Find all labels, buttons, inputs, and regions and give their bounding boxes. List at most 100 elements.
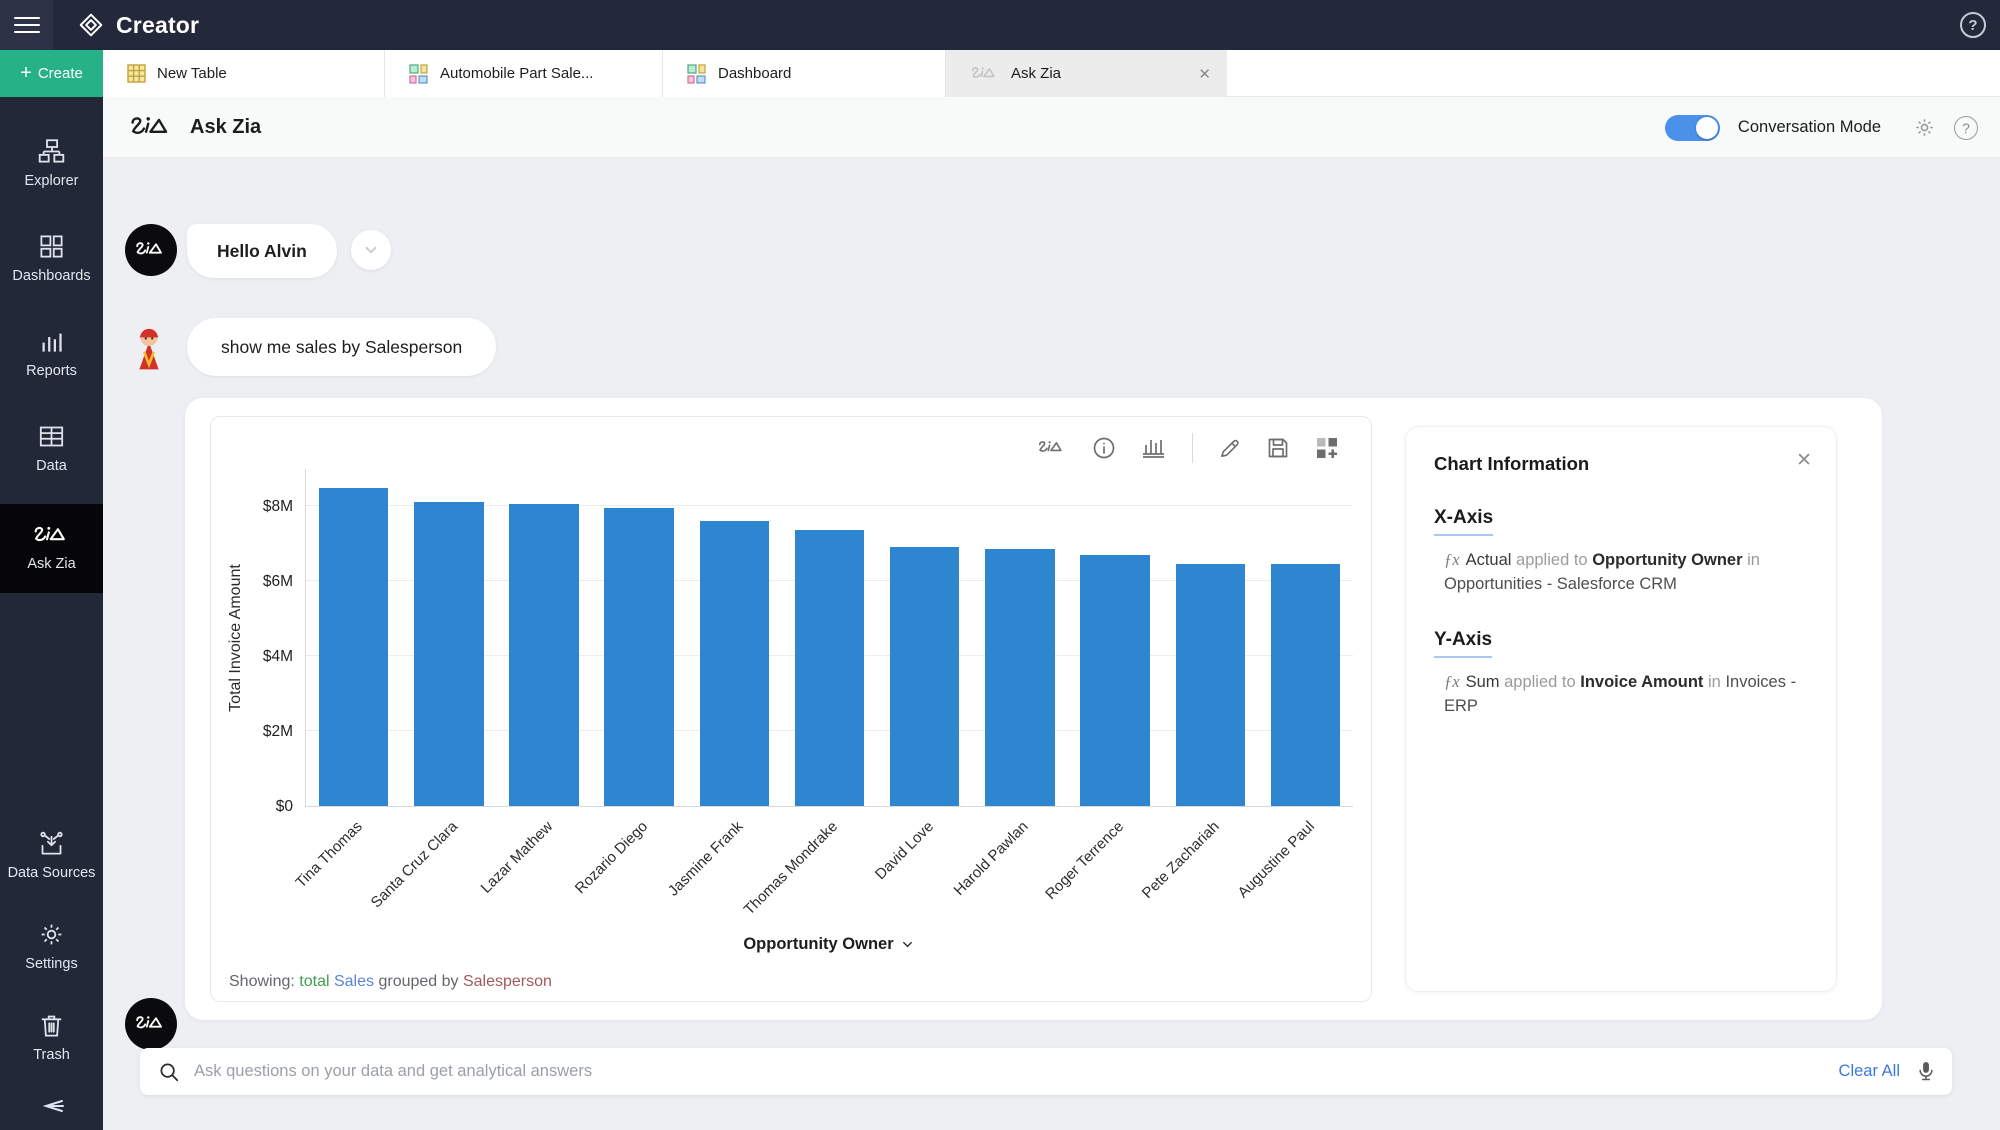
bar-pete-zachariah[interactable] (1176, 564, 1245, 806)
sidebar-item-reports[interactable]: Reports (0, 313, 103, 395)
chevron-down-icon (362, 241, 380, 259)
tab-new-table[interactable]: New Table (103, 50, 385, 97)
chart-toolbar (1037, 433, 1339, 463)
bar-thomas-mondrake[interactable] (795, 530, 864, 806)
sidebar-item-explorer[interactable]: Explorer (0, 123, 103, 205)
zia-icon (970, 65, 1000, 83)
fx-icon: ƒx (1444, 672, 1460, 691)
tab-ask-zia[interactable]: Ask Zia ✕ (946, 50, 1227, 97)
x-tick-label: Thomas Mondrake (741, 818, 841, 918)
explorer-icon (38, 138, 65, 165)
x-axis-description: ƒxActual applied to Opportunity Owner in… (1444, 548, 1808, 597)
gear-icon[interactable] (1913, 116, 1936, 139)
create-button[interactable]: + Create (0, 50, 103, 97)
top-bar: Creator ? (0, 0, 2000, 50)
tab-label: Automobile Part Sale... (440, 65, 593, 82)
bar-david-love[interactable] (890, 547, 959, 806)
x-axis-title[interactable]: Opportunity Owner (305, 935, 1353, 954)
bar-augustine-paul[interactable] (1271, 564, 1340, 806)
x-tick-label: Pete Zachariah (1138, 818, 1222, 902)
clear-all-link[interactable]: Clear All (1839, 1062, 1900, 1081)
y-axis-ticks: $0$2M$4M$6M$8M (241, 469, 293, 807)
x-tick-label: Augustine Paul (1234, 818, 1317, 901)
sidebar-item-label: Data (36, 457, 67, 475)
ask-question-input[interactable] (194, 1062, 1839, 1081)
collapse-sidebar-button[interactable] (0, 1088, 103, 1126)
tab-label: Dashboard (718, 65, 791, 82)
close-icon[interactable]: ✕ (1198, 65, 1211, 83)
hamburger-menu-icon[interactable] (0, 0, 53, 50)
sidebar-item-dashboards[interactable]: Dashboards (0, 218, 103, 300)
expand-greeting-button[interactable] (351, 230, 391, 270)
microphone-icon[interactable] (1916, 1060, 1936, 1084)
showing-dimension: Salesperson (463, 973, 552, 990)
bar-lazar-mathew[interactable] (509, 504, 578, 806)
add-to-dashboard-button[interactable] (1315, 436, 1339, 460)
showing-label: Showing: (229, 973, 295, 990)
showing-summary: Showing: total Sales grouped by Salesper… (229, 973, 552, 991)
tab-dashboard[interactable]: Dashboard (663, 50, 946, 97)
bar-rozario-diego[interactable] (604, 508, 673, 806)
page-header: Ask Zia Conversation Mode ? (103, 97, 2000, 158)
tab-label: Ask Zia (1011, 65, 1061, 82)
sidebar-item-data[interactable]: Data (0, 408, 103, 490)
y-tick-label: $6M (241, 573, 293, 591)
sidebar-item-settings[interactable]: Settings (0, 906, 103, 988)
reports-icon (38, 328, 65, 355)
bar-slot: Roger Terrence (1068, 469, 1163, 806)
x-axis-heading: X-Axis (1434, 507, 1493, 536)
main-content: Ask Zia Conversation Mode ? (103, 97, 2000, 1130)
bar-slot: David Love (877, 469, 972, 806)
bar-slot: Lazar Mathew (496, 469, 591, 806)
edit-button[interactable] (1218, 437, 1241, 460)
help-icon[interactable]: ? (1960, 12, 1986, 38)
data-table-icon (38, 423, 65, 450)
bar-roger-terrence[interactable] (1080, 555, 1149, 806)
close-icon[interactable]: ✕ (1796, 449, 1812, 472)
showing-measure-prefix: total (299, 973, 329, 990)
page-title: Ask Zia (190, 116, 261, 139)
y-tick-label: $0 (241, 798, 293, 816)
bar-slot: Rozario Diego (592, 469, 687, 806)
zia-avatar (125, 998, 177, 1050)
user-message-bubble: show me sales by Salesperson (187, 318, 496, 376)
sidebar-item-label: Dashboards (12, 267, 90, 285)
assistant-greeting-bubble: Hello Alvin (187, 224, 337, 278)
bar-santa-cruz-clara[interactable] (414, 502, 483, 806)
sidebar-item-ask-zia[interactable]: Ask Zia (0, 504, 103, 593)
sidebar-item-data-sources[interactable]: Data Sources (0, 815, 103, 897)
chart-information-title: Chart Information (1434, 453, 1808, 475)
zia-logo-icon (128, 114, 176, 142)
showing-measure: Sales (334, 973, 374, 990)
collapse-arrow-icon (38, 1096, 66, 1116)
x-tick-label: Tina Thomas (292, 818, 365, 891)
dashboards-icon (38, 233, 65, 260)
brand: Creator (78, 0, 199, 50)
x-axis-title-label: Opportunity Owner (743, 935, 893, 954)
bar-harold-pawlan[interactable] (985, 549, 1054, 806)
plus-icon: + (20, 62, 32, 85)
zia-icon (32, 524, 72, 548)
help-icon[interactable]: ? (1954, 116, 1978, 140)
y-axis-heading: Y-Axis (1434, 629, 1492, 658)
table-icon (127, 64, 146, 83)
chart-type-button[interactable] (1141, 436, 1167, 460)
x-tick-label: Jasmine Frank (665, 818, 747, 900)
tab-label: New Table (157, 65, 227, 82)
bar-jasmine-frank[interactable] (700, 521, 769, 806)
conversation-mode-toggle[interactable] (1665, 115, 1720, 141)
zia-insights-button[interactable] (1037, 439, 1067, 457)
info-button[interactable] (1092, 436, 1116, 460)
save-button[interactable] (1266, 436, 1290, 460)
search-icon (158, 1061, 180, 1083)
sidebar-item-label: Explorer (25, 172, 79, 190)
y-tick-label: $4M (241, 648, 293, 666)
chat-area: Hello Alvin show me sales by Salesperson (103, 158, 2000, 1130)
tab-automobile-part-sale[interactable]: Automobile Part Sale... (385, 50, 663, 97)
bar-slot: Harold Pawlan (972, 469, 1067, 806)
x-tick-label: Santa Cruz Clara (367, 818, 460, 911)
bar-tina-thomas[interactable] (319, 488, 388, 806)
sidebar-item-trash[interactable]: Trash (0, 997, 103, 1079)
x-tick-label: Lazar Mathew (477, 818, 556, 897)
tab-bar: + Create New Table Automobile Part Sale.… (0, 50, 2000, 97)
